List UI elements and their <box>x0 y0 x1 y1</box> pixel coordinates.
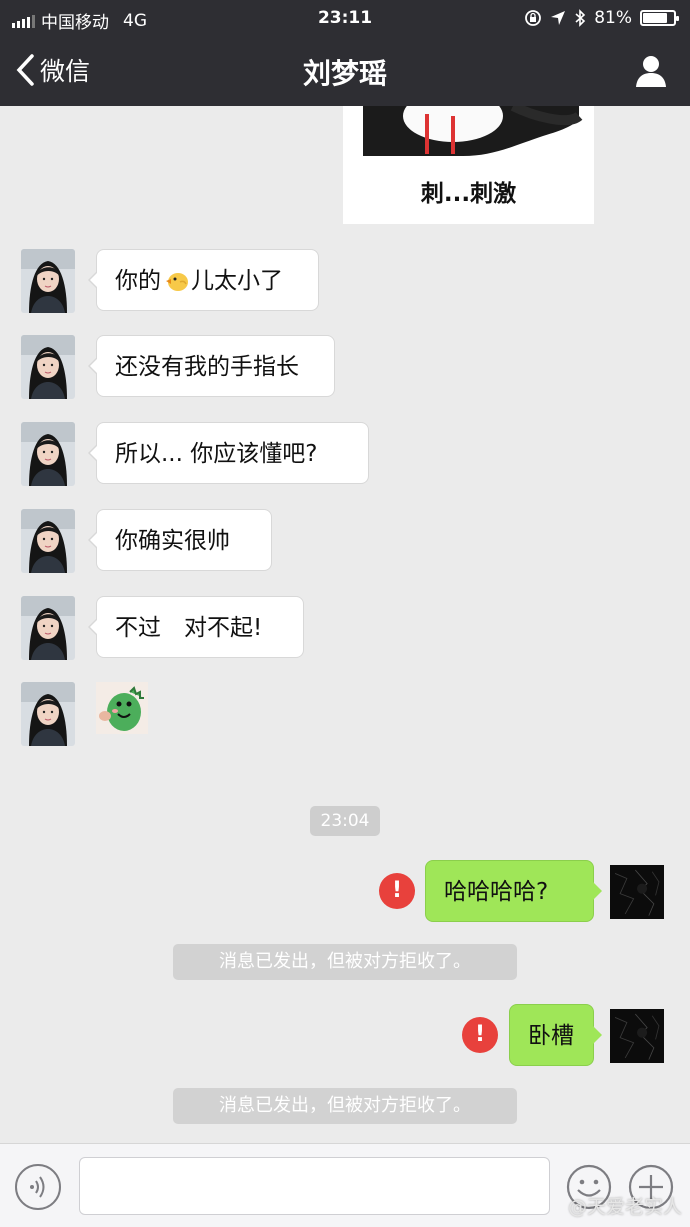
message-text: 所以... 你应该懂吧? <box>115 441 318 467</box>
rotation-lock-icon <box>525 10 542 26</box>
message-text: 哈哈哈哈? <box>444 879 549 905</box>
message-text: 卧槽 <box>528 1023 574 1049</box>
chick-emoji-icon <box>166 273 188 291</box>
message-bubble[interactable]: 你的 儿太小了 <box>88 249 319 311</box>
contact-avatar[interactable] <box>21 509 75 573</box>
message-bubble[interactable]: 所以... 你应该懂吧? <box>88 422 369 484</box>
message-bubble[interactable]: 你确实很帅 <box>88 509 272 571</box>
send-failed-icon[interactable]: ! <box>379 873 415 909</box>
my-avatar[interactable] <box>610 860 664 924</box>
message-bubble[interactable]: 卧槽 <box>509 1004 602 1066</box>
watermark-text: @天爱老实人 <box>568 1196 683 1218</box>
sticker-message[interactable]: 刺...刺激 <box>343 106 594 224</box>
contact-avatar[interactable] <box>21 596 75 660</box>
my-avatar[interactable] <box>610 1004 664 1068</box>
battery-fill <box>643 13 668 23</box>
rejected-notice: 消息已发出，但被对方拒收了。 <box>173 944 517 980</box>
location-arrow-icon <box>551 11 566 25</box>
message-text: 你的 <box>115 268 161 294</box>
message-bubble[interactable]: 还没有我的手指长 <box>88 335 335 397</box>
bluetooth-icon <box>575 9 586 27</box>
person-icon[interactable] <box>634 54 668 88</box>
message-text: 不过 对不起! <box>115 615 263 641</box>
timestamp-badge: 23:04 <box>310 806 380 836</box>
message-input[interactable] <box>79 1157 550 1215</box>
voice-icon <box>30 1176 45 1198</box>
nav-bar: 微信 刘梦瑶 <box>0 36 690 106</box>
message-text: 你确实很帅 <box>115 528 230 554</box>
contact-avatar[interactable] <box>21 335 75 399</box>
send-failed-icon[interactable]: ! <box>462 1017 498 1053</box>
contact-avatar[interactable] <box>21 682 75 746</box>
status-bar: 中国移动 4G 23:11 81% <box>0 0 690 36</box>
contact-avatar[interactable] <box>21 249 75 313</box>
message-bubble[interactable]: 哈哈哈哈? <box>425 860 602 922</box>
contact-avatar[interactable] <box>21 422 75 486</box>
status-right: 81% <box>524 8 679 28</box>
green-dinosaur-sticker[interactable] <box>96 682 148 734</box>
message-text: 还没有我的手指长 <box>115 354 299 380</box>
rejected-notice: 消息已发出，但被对方拒收了。 <box>173 1088 517 1124</box>
chat-title: 刘梦瑶 <box>302 57 387 90</box>
message-text: 儿太小了 <box>191 268 283 294</box>
message-bubble[interactable]: 不过 对不起! <box>88 596 304 658</box>
battery-percent: 81% <box>594 8 632 28</box>
panda-meme-sticker <box>363 106 583 156</box>
sticker-caption: 刺...刺激 <box>420 181 517 207</box>
voice-button[interactable] <box>15 1164 61 1210</box>
battery-icon <box>640 10 679 26</box>
